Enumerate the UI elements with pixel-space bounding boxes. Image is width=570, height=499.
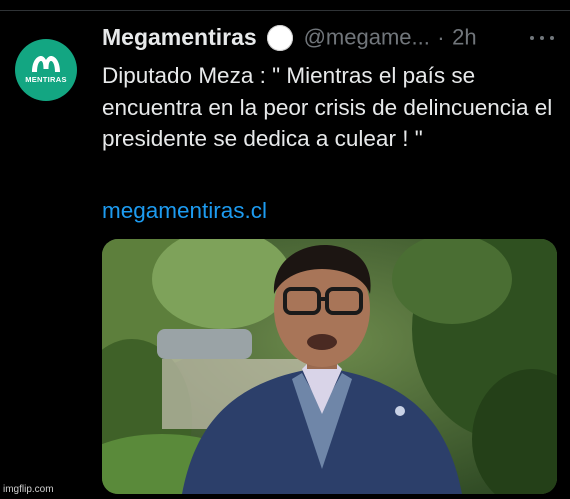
more-options-icon[interactable] (530, 28, 556, 48)
tweet-header: Megamentiras @megame... · 2h (102, 24, 556, 56)
account-avatar[interactable]: MENTIRAS (15, 39, 77, 101)
tweet-timestamp[interactable]: 2h (452, 25, 476, 50)
media-photo (102, 239, 557, 494)
top-divider (0, 0, 570, 11)
watermark: imgflip.com (3, 484, 54, 495)
more-dot-icon (540, 36, 544, 40)
separator-dot: · (437, 24, 445, 50)
more-dot-icon (550, 36, 554, 40)
verified-badge-icon (267, 24, 294, 51)
more-dot-icon (530, 36, 534, 40)
tweet-link[interactable]: megamentiras.cl (102, 195, 267, 227)
megamentiras-logo-icon (32, 56, 60, 72)
avatar-label: MENTIRAS (25, 75, 67, 84)
display-name[interactable]: Megamentiras (102, 24, 257, 50)
tweet-text: Diputado Meza : " Mientras el país se en… (102, 63, 553, 151)
account-handle[interactable]: @megame... (304, 25, 430, 50)
tweet-media-image[interactable] (102, 239, 557, 494)
